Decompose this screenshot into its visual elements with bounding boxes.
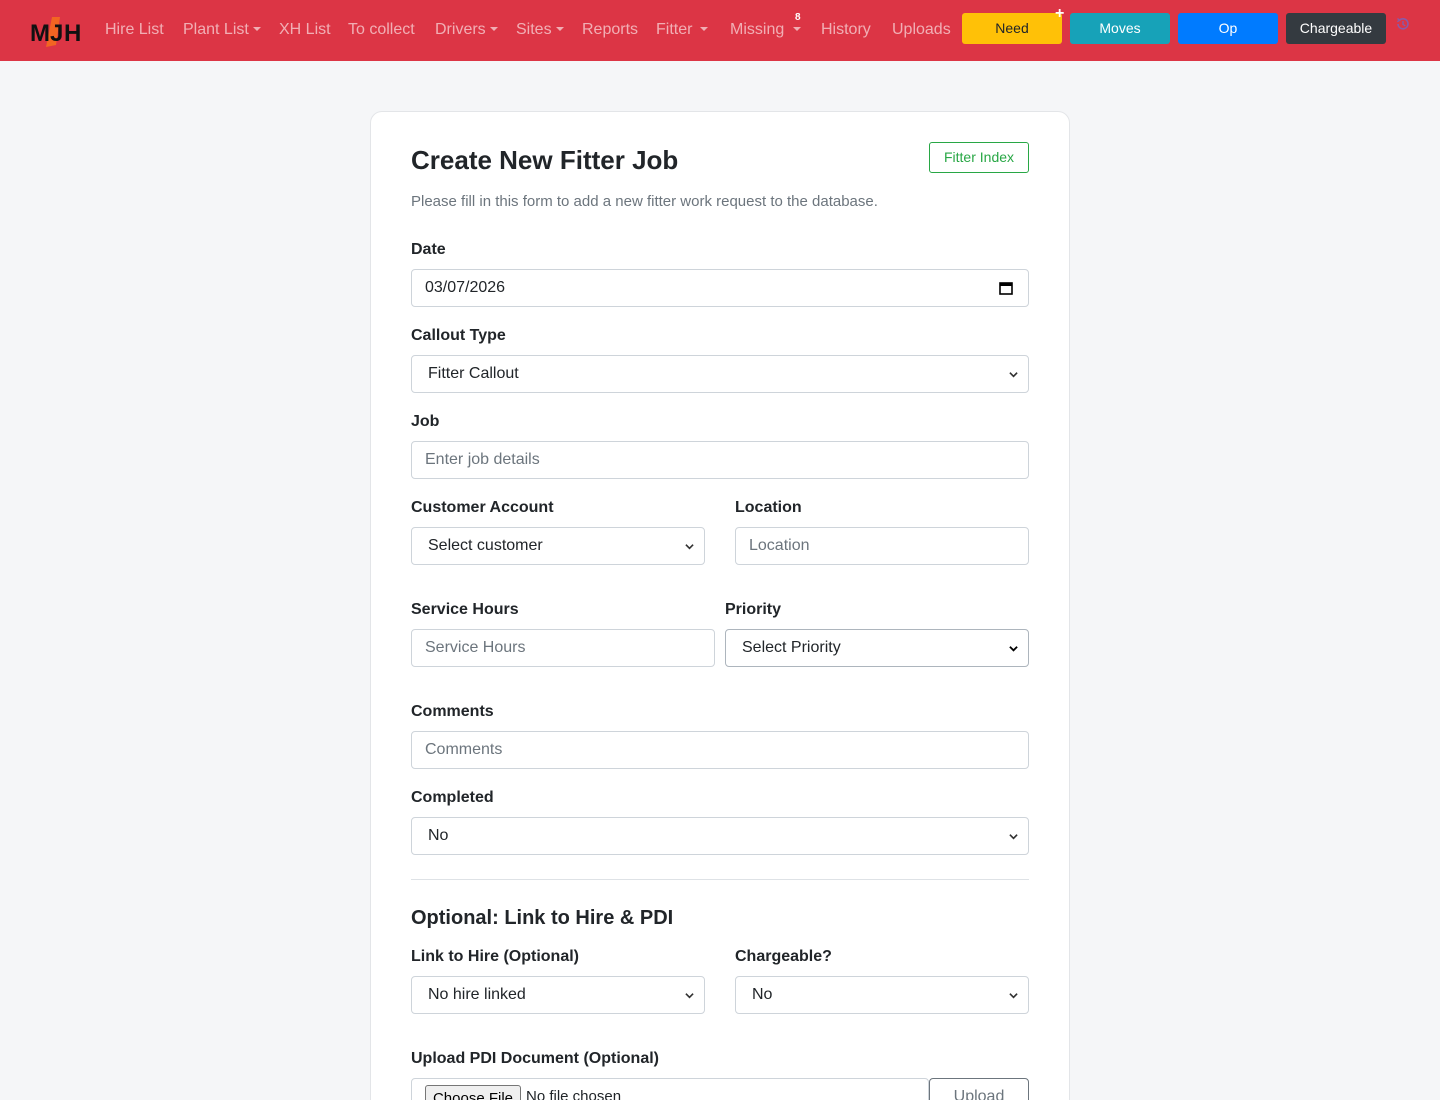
page-title: Create New Fitter Job — [411, 145, 679, 175]
nav-sites-label: Sites — [516, 21, 552, 38]
service-hours-label: Service Hours — [411, 601, 519, 618]
caret-down-icon — [489, 27, 498, 31]
nav-missing[interactable]: Missing — [730, 20, 802, 40]
link-to-hire-label: Link to Hire (Optional) — [411, 948, 579, 965]
fitter-index-button[interactable]: Fitter Index — [929, 142, 1029, 173]
chargeable-select[interactable]: No — [735, 976, 1029, 1014]
caret-down-icon — [793, 27, 802, 31]
chevron-down-icon — [1009, 372, 1018, 378]
nav-uploads[interactable]: Uploads — [892, 20, 951, 40]
completed-value: No — [428, 827, 449, 844]
customer-account-label: Customer Account — [411, 499, 554, 516]
chargeable-button[interactable]: Chargeable — [1286, 13, 1386, 44]
chargeable-label: Chargeable? — [735, 948, 832, 965]
chevron-down-icon — [685, 993, 694, 999]
choose-file-button[interactable]: Choose File — [425, 1085, 521, 1100]
chevron-down-icon — [685, 544, 694, 550]
nav-drivers[interactable]: Drivers — [435, 20, 498, 40]
svg-text:J: J — [50, 20, 63, 47]
comments-label: Comments — [411, 703, 494, 720]
nav-sites[interactable]: Sites — [516, 20, 564, 40]
nav-plant-list[interactable]: Plant List — [183, 20, 261, 40]
nav-history[interactable]: History — [821, 20, 871, 40]
priority-select[interactable]: Select Priority — [725, 629, 1029, 667]
nav-plant-list-label: Plant List — [183, 21, 249, 38]
form-card: Create New Fitter Job Fitter Index Pleas… — [370, 111, 1070, 1100]
file-status-text: No file chosen — [526, 1088, 622, 1100]
link-to-hire-value: No hire linked — [428, 986, 526, 1003]
calendar-icon[interactable] — [998, 280, 1014, 296]
chevron-down-icon — [1009, 646, 1018, 652]
comments-input[interactable]: Comments — [411, 731, 1029, 769]
nav-fitter-label: Fitter — [656, 21, 693, 38]
nav-drivers-label: Drivers — [435, 21, 486, 38]
nav-to-collect[interactable]: To collect — [348, 20, 415, 40]
service-hours-input[interactable]: Service Hours — [411, 629, 715, 667]
nav-missing-label: Missing — [730, 21, 785, 38]
date-label: Date — [411, 241, 446, 258]
nav-hire-list[interactable]: Hire List — [105, 20, 164, 40]
job-input[interactable]: Enter job details — [411, 441, 1029, 479]
priority-value: Select Priority — [742, 639, 841, 656]
top-navbar: M J H Hire List Plant List XH List To co… — [0, 0, 1440, 61]
history-icon[interactable] — [1395, 16, 1411, 32]
chevron-down-icon — [1009, 834, 1018, 840]
optional-section-title: Optional: Link to Hire & PDI — [411, 907, 674, 929]
job-label: Job — [411, 413, 440, 430]
location-input[interactable]: Location — [735, 527, 1029, 565]
moves-button[interactable]: Moves — [1070, 13, 1170, 44]
svg-text:M: M — [30, 20, 50, 47]
callout-type-select[interactable]: Fitter Callout — [411, 355, 1029, 393]
caret-down-icon — [252, 27, 261, 31]
nav-xh-list[interactable]: XH List — [279, 20, 331, 40]
caret-down-icon — [700, 27, 709, 31]
section-divider — [411, 879, 1029, 880]
form-description: Please fill in this form to add a new fi… — [411, 193, 878, 210]
chargeable-value: No — [752, 986, 773, 1003]
upload-button[interactable]: Upload — [929, 1078, 1029, 1100]
nav-reports[interactable]: Reports — [582, 20, 638, 40]
date-input[interactable]: 03/07/2026 — [411, 269, 1029, 307]
callout-type-label: Callout Type — [411, 327, 506, 344]
link-to-hire-select[interactable]: No hire linked — [411, 976, 705, 1014]
op-button[interactable]: Op — [1178, 13, 1278, 44]
company-logo[interactable]: M J H — [30, 14, 84, 48]
pdi-upload-label: Upload PDI Document (Optional) — [411, 1050, 659, 1067]
svg-text:H: H — [64, 20, 81, 47]
nav-fitter[interactable]: Fitter — [656, 20, 709, 40]
priority-label: Priority — [725, 601, 782, 618]
customer-account-value: Select customer — [428, 537, 543, 554]
missing-count-badge: 8 — [795, 12, 801, 23]
customer-account-select[interactable]: Select customer — [411, 527, 705, 565]
pdi-file-input[interactable]: Choose File No file chosen — [411, 1078, 929, 1100]
completed-label: Completed — [411, 789, 494, 806]
need-button[interactable]: Need — [962, 13, 1062, 44]
callout-type-value: Fitter Callout — [428, 365, 519, 382]
completed-select[interactable]: No — [411, 817, 1029, 855]
plus-icon[interactable]: + — [1055, 6, 1064, 22]
caret-down-icon — [555, 27, 564, 31]
location-label: Location — [735, 499, 802, 516]
chevron-down-icon — [1009, 993, 1018, 999]
date-value: 03/07/2026 — [425, 279, 506, 296]
